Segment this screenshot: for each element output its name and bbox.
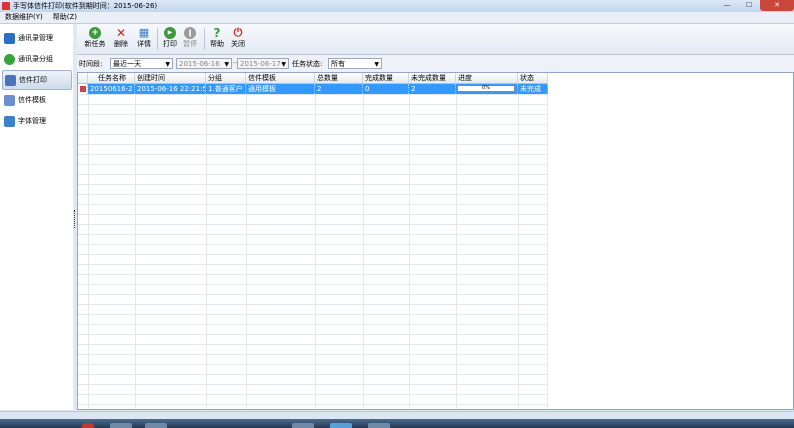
sidebar-item-font-manager[interactable]: 字体管理 xyxy=(2,112,70,130)
progress-bar: 0% xyxy=(457,85,515,92)
grid-empty-rows xyxy=(78,94,548,409)
column-header[interactable]: 未完成数量 xyxy=(409,73,456,83)
star-icon xyxy=(4,53,15,65)
os-taskbar xyxy=(0,419,794,428)
sidebar-item-label: 信件打印 xyxy=(19,76,47,84)
sidebar: 通讯录管理 通讯录分组 信件打印 信件模板 字体管理 xyxy=(0,24,74,410)
taskbar-app-button[interactable] xyxy=(82,423,94,428)
chevron-down-icon: ▼ xyxy=(165,61,170,68)
column-header[interactable]: 分组 xyxy=(206,73,246,83)
delete-label: 删除 xyxy=(114,40,128,48)
chevron-down-icon: ▼ xyxy=(224,61,229,68)
task-grid: 任务名称 创建时间 分组 信件模板 总数量 完成数量 未完成数量 进度 状态 2… xyxy=(77,72,794,410)
taskbar-app-button[interactable] xyxy=(110,423,132,428)
taskbar-app-button[interactable] xyxy=(145,423,167,428)
table-row[interactable]: 20150616-2 2015-06-16 22:21:59 1.普通客户 通用… xyxy=(78,84,548,94)
date-from-picker[interactable]: 2015-06-16 ▼ xyxy=(176,58,232,69)
pause-circle-icon: ‖ xyxy=(184,27,196,39)
close-button[interactable]: ⏻ 关闭 xyxy=(226,26,250,52)
play-circle-icon: ▶ xyxy=(164,27,176,39)
cell-progress: 0% xyxy=(456,84,518,94)
chevron-down-icon: ▼ xyxy=(374,61,379,68)
column-header[interactable]: 任务名称 xyxy=(88,73,135,83)
sidebar-item-letter-print[interactable]: 信件打印 xyxy=(2,70,72,90)
period-select[interactable]: 最近一天 ▼ xyxy=(110,58,173,69)
date-to-value: 2015-06-17 xyxy=(240,60,281,68)
status-label: 任务状态: xyxy=(292,60,323,68)
period-label: 时间段: xyxy=(79,60,103,68)
cell-undone: 2 xyxy=(409,84,456,94)
cell-total: 2 xyxy=(315,84,363,94)
new-task-label: 新任务 xyxy=(84,40,106,48)
address-book-icon xyxy=(4,32,15,44)
column-header[interactable]: 信件模板 xyxy=(246,73,315,83)
window-controls: — ☐ ✕ xyxy=(716,0,794,11)
sidebar-item-label: 信件模板 xyxy=(18,96,46,104)
pause-button[interactable]: ‖ 暂停 xyxy=(178,26,202,52)
grid-header: 任务名称 创建时间 分组 信件模板 总数量 完成数量 未完成数量 进度 状态 xyxy=(78,73,548,84)
envelope-icon xyxy=(4,94,15,106)
column-header[interactable]: 总数量 xyxy=(315,73,363,83)
date-to-picker[interactable]: 2015-06-17 ▼ xyxy=(237,58,289,69)
taskbar-app-button[interactable] xyxy=(368,423,390,428)
cell-done: 0 xyxy=(363,84,409,94)
cell-created-time: 2015-06-16 22:21:59 xyxy=(137,84,206,94)
app-icon xyxy=(2,2,10,10)
delete-button[interactable]: ✕ 删除 xyxy=(109,26,133,52)
pause-label: 暂停 xyxy=(183,40,197,48)
close-label: 关闭 xyxy=(231,40,245,48)
taskbar-app-button[interactable] xyxy=(292,423,314,428)
sidebar-item-label: 通讯录管理 xyxy=(18,34,53,42)
new-task-button[interactable]: + 新任务 xyxy=(83,26,107,52)
taskbar-app-button[interactable] xyxy=(330,423,352,428)
column-header[interactable]: 状态 xyxy=(518,73,548,83)
filter-bar: 时间段: 最近一天 ▼ 2015-06-16 ▼ -- 2015-06-17 ▼… xyxy=(77,55,794,72)
column-header[interactable]: 进度 xyxy=(456,73,518,83)
close-window-button[interactable]: ✕ xyxy=(760,0,794,11)
sidebar-item-letter-template[interactable]: 信件模板 xyxy=(2,91,70,109)
status-select[interactable]: 所有 ▼ xyxy=(328,58,382,69)
menu-data-maintenance[interactable]: 数据维护(Y) xyxy=(0,12,48,23)
detail-label: 详情 xyxy=(137,40,151,48)
column-header[interactable]: 完成数量 xyxy=(363,73,409,83)
maximize-button[interactable]: ☐ xyxy=(738,0,760,11)
plus-circle-icon: + xyxy=(89,27,101,39)
status-value: 所有 xyxy=(331,60,345,68)
row-selector[interactable] xyxy=(78,84,88,94)
cell-task-name: 20150616-2 xyxy=(88,84,135,94)
menu-bar: 数据维护(Y) 帮助(Z) xyxy=(0,12,794,24)
power-icon: ⏻ xyxy=(233,26,243,39)
sidebar-item-label: 字体管理 xyxy=(18,117,46,125)
grid-detail-icon: ▦ xyxy=(138,26,150,39)
detail-button[interactable]: ▦ 详情 xyxy=(132,26,156,52)
menu-help[interactable]: 帮助(Z) xyxy=(48,12,82,23)
row-marker-icon xyxy=(80,86,86,92)
cell-group: 1.普通客户 xyxy=(206,84,246,94)
splitter-grip[interactable] xyxy=(74,210,76,228)
printer-icon xyxy=(5,74,16,86)
chevron-down-icon: ▼ xyxy=(281,61,286,68)
font-icon xyxy=(4,115,15,127)
cell-template: 通用模板 xyxy=(246,84,315,94)
red-x-icon: ✕ xyxy=(115,26,127,40)
window-title: 手写体信件打印(软件到期时间：2015-06-26) xyxy=(13,2,158,10)
header-row-selector xyxy=(78,73,88,83)
toolbar: + 新任务 ✕ 删除 ▦ 详情 ▶ 打印 ‖ 暂停 ? 帮助 ⏻ 关闭 xyxy=(77,24,794,55)
sidebar-item-contact-groups[interactable]: 通讯录分组 xyxy=(2,50,70,68)
date-from-value: 2015-06-16 xyxy=(179,60,220,68)
period-value: 最近一天 xyxy=(113,60,141,68)
cell-status: 未完成 xyxy=(518,84,548,94)
column-header[interactable]: 创建时间 xyxy=(135,73,206,83)
sidebar-item-contacts[interactable]: 通讯录管理 xyxy=(2,29,70,47)
question-icon: ? xyxy=(213,26,221,40)
minimize-button[interactable]: — xyxy=(716,0,738,11)
sidebar-item-label: 通讯录分组 xyxy=(18,55,53,63)
